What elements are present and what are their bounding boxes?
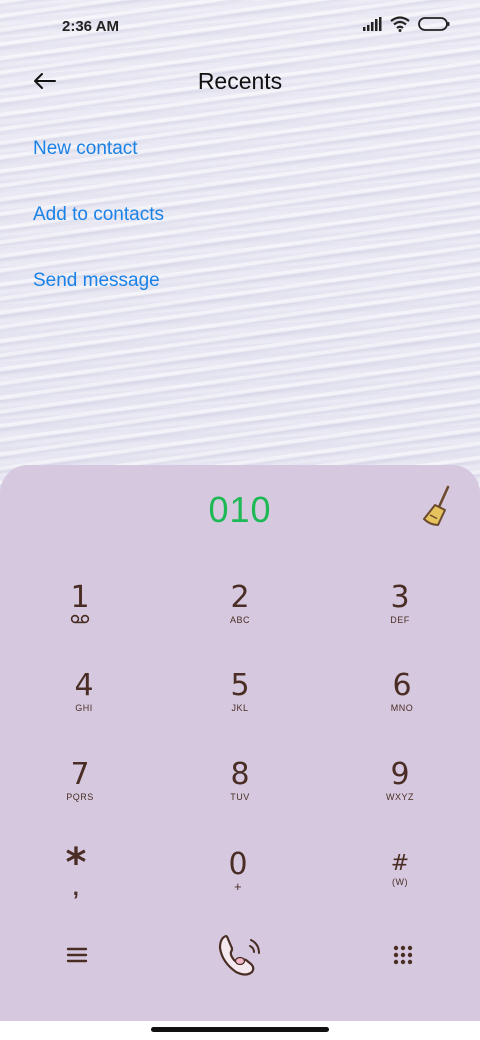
- key-digit: 7: [70, 757, 90, 792]
- key-digit: 9: [390, 757, 410, 792]
- options-menu: New contact Add to contacts Send message: [33, 130, 164, 328]
- key-star[interactable]: * ,: [16, 843, 136, 926]
- key-digit: 3: [390, 580, 410, 615]
- header: Recents: [0, 56, 480, 108]
- key-digit: 1: [70, 580, 90, 615]
- keypad-grid-icon: [393, 945, 413, 965]
- call-icon: [218, 934, 260, 976]
- signal-icon: [363, 17, 382, 31]
- status-bar: 2:36 AM: [0, 0, 480, 56]
- key-1[interactable]: 1: [20, 582, 140, 662]
- key-2[interactable]: 2 ABC: [180, 582, 300, 662]
- status-time: 2:36 AM: [62, 18, 119, 35]
- key-8[interactable]: 8 TUV: [180, 759, 300, 839]
- status-icons: [362, 16, 450, 32]
- key-digit: #: [390, 851, 410, 876]
- key-digit: 2: [230, 580, 250, 615]
- key-letters: TUV: [230, 792, 250, 802]
- wifi-icon: [390, 16, 410, 32]
- clear-button[interactable]: [418, 483, 458, 531]
- key-digit: 5: [230, 668, 250, 703]
- dialpad: 010 1 2 ABC 3 DEF 4 GHI 5 JKL 6 MNO 7 PQ…: [0, 465, 480, 1021]
- battery-icon: [418, 17, 450, 31]
- key-hash[interactable]: # (W): [340, 852, 460, 932]
- key-7[interactable]: 7 PQRS: [20, 759, 140, 839]
- new-contact-link[interactable]: New contact: [33, 130, 164, 196]
- home-indicator[interactable]: [151, 1027, 329, 1032]
- key-letters: WXYZ: [386, 792, 414, 802]
- key-letters: DEF: [390, 615, 410, 625]
- key-letters: ,: [72, 875, 80, 900]
- key-digit: 4: [74, 668, 94, 703]
- send-message-link[interactable]: Send message: [33, 262, 164, 328]
- key-5[interactable]: 5 JKL: [180, 670, 300, 750]
- dialed-number[interactable]: 010: [0, 489, 480, 531]
- key-letters: GHI: [75, 703, 93, 713]
- key-letters: JKL: [231, 703, 249, 713]
- page-title: Recents: [197, 68, 283, 94]
- voicemail-icon: [70, 614, 90, 624]
- broom-icon: [423, 485, 450, 526]
- menu-icon: [66, 947, 88, 963]
- key-digit: 8: [230, 757, 250, 792]
- key-letters: ABC: [229, 615, 250, 625]
- add-to-contacts-link[interactable]: Add to contacts: [33, 196, 164, 262]
- key-3[interactable]: 3 DEF: [340, 582, 460, 662]
- key-0[interactable]: 0 +: [178, 849, 298, 929]
- key-letters: (W): [392, 877, 408, 887]
- key-digit: 6: [392, 668, 412, 703]
- key-letters: MNO: [390, 703, 414, 713]
- key-9[interactable]: 9 WXYZ: [340, 759, 460, 839]
- key-6[interactable]: 6 MNO: [342, 670, 462, 750]
- call-button[interactable]: [214, 928, 266, 985]
- key-letters: PQRS: [66, 792, 94, 802]
- key-letters: +: [233, 879, 243, 894]
- keypad-toggle-button[interactable]: [393, 945, 413, 970]
- key-4[interactable]: 4 GHI: [24, 670, 144, 750]
- key-digit: 0: [228, 847, 248, 882]
- menu-button[interactable]: [66, 945, 88, 970]
